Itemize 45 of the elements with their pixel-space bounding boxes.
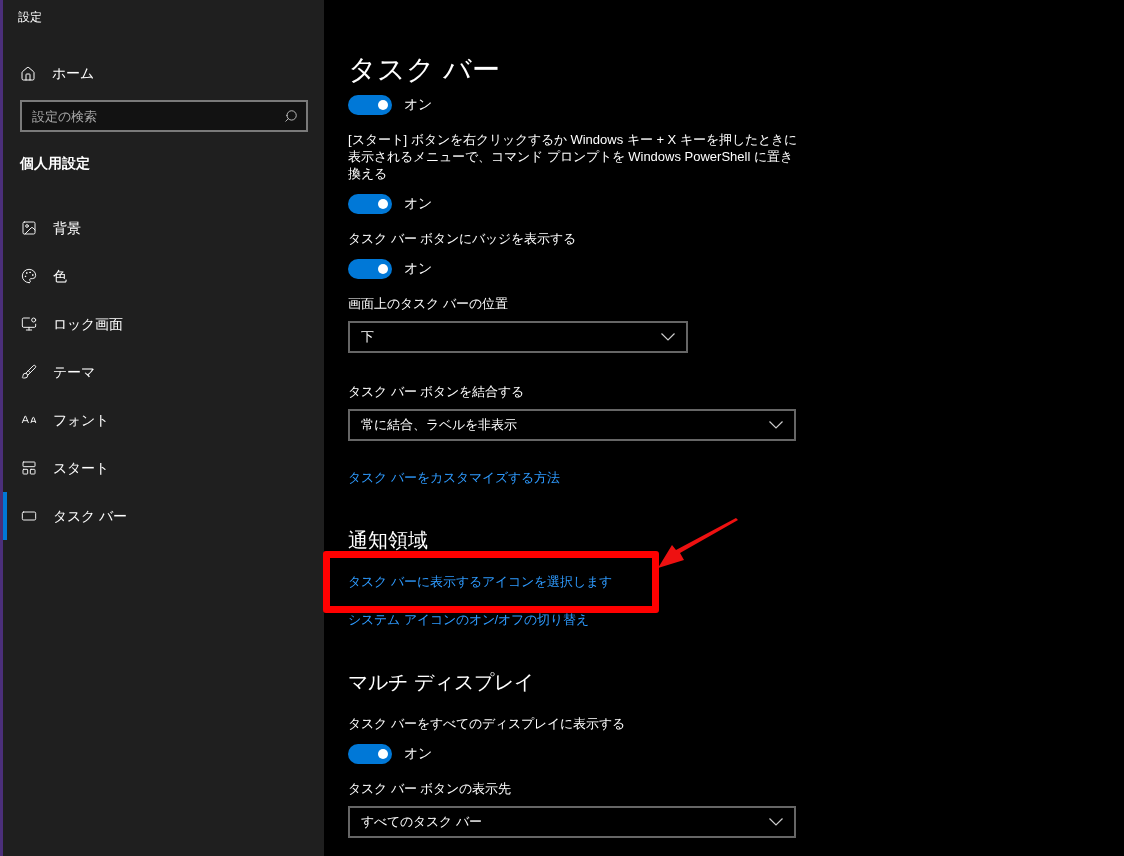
toggle-switch[interactable] [348,743,392,764]
search-field[interactable]: 設定の検索 [20,100,308,132]
nav-item[interactable]: フォント [3,396,324,444]
nav-item[interactable]: 色 [3,252,324,300]
setting-label: タスク バー ボタンを結合する [348,383,525,400]
chevron-down-icon [661,333,675,341]
link[interactable]: タスク バーに表示するアイコンを選択します [348,573,612,591]
setting-label: 画面上のタスク バーの位置 [348,295,508,312]
nav-item[interactable]: スタート [3,444,324,492]
toggle-switch[interactable] [348,193,392,214]
nav-item[interactable]: ホーム [20,63,324,84]
dropdown[interactable]: 下 [348,321,688,353]
picture-icon [21,220,37,236]
link[interactable]: システム アイコンのオン/オフの切り替え [348,611,590,629]
setting-label: タスク バー ボタンにバッジを表示する [348,230,577,247]
nav-item[interactable]: テーマ [3,348,324,396]
chevron-down-icon [769,421,783,429]
link[interactable]: タスク バーをカスタマイズする方法 [348,469,560,487]
home-icon [20,65,36,82]
section-heading: 通知領域 [348,528,428,553]
palette-icon [21,268,37,284]
dropdown[interactable]: 常に結合、ラベルを非表示 [348,409,796,441]
dropdown[interactable]: すべてのタスク バー [348,806,796,838]
toggle-state: オン [404,95,432,114]
chevron-down-icon [769,818,783,826]
search-icon [284,109,298,123]
toggle-state: オン [404,744,432,763]
setting-label: タスク バー ボタンの表示先 [348,780,512,797]
taskbar-icon [21,508,37,524]
monitor-lock-icon [21,316,37,332]
brush-icon [21,364,37,380]
toggle-state: オン [404,194,432,213]
nav-item[interactable]: タスク バー [3,492,324,540]
toggle-switch[interactable] [348,94,392,115]
window-title: 設定 [18,9,43,26]
toggle-state: オン [404,259,432,278]
setting-label: タスク バーをすべてのディスプレイに表示する [348,715,625,732]
toggle-switch[interactable] [348,258,392,279]
tiles-icon [21,460,37,476]
nav-item[interactable]: 背景 [3,204,324,252]
section-title: 個人用設定 [20,154,91,173]
page-title: タスク バー [348,53,500,87]
setting-label: [スタート] ボタンを右クリックするか Windows キー + X キーを押したときに表示されるメニューで、コマンド プロンプトを Windows PowerShell に置き換える [348,131,798,182]
section-heading: マルチ ディスプレイ [348,670,534,695]
nav-item[interactable]: ロック画面 [3,300,324,348]
